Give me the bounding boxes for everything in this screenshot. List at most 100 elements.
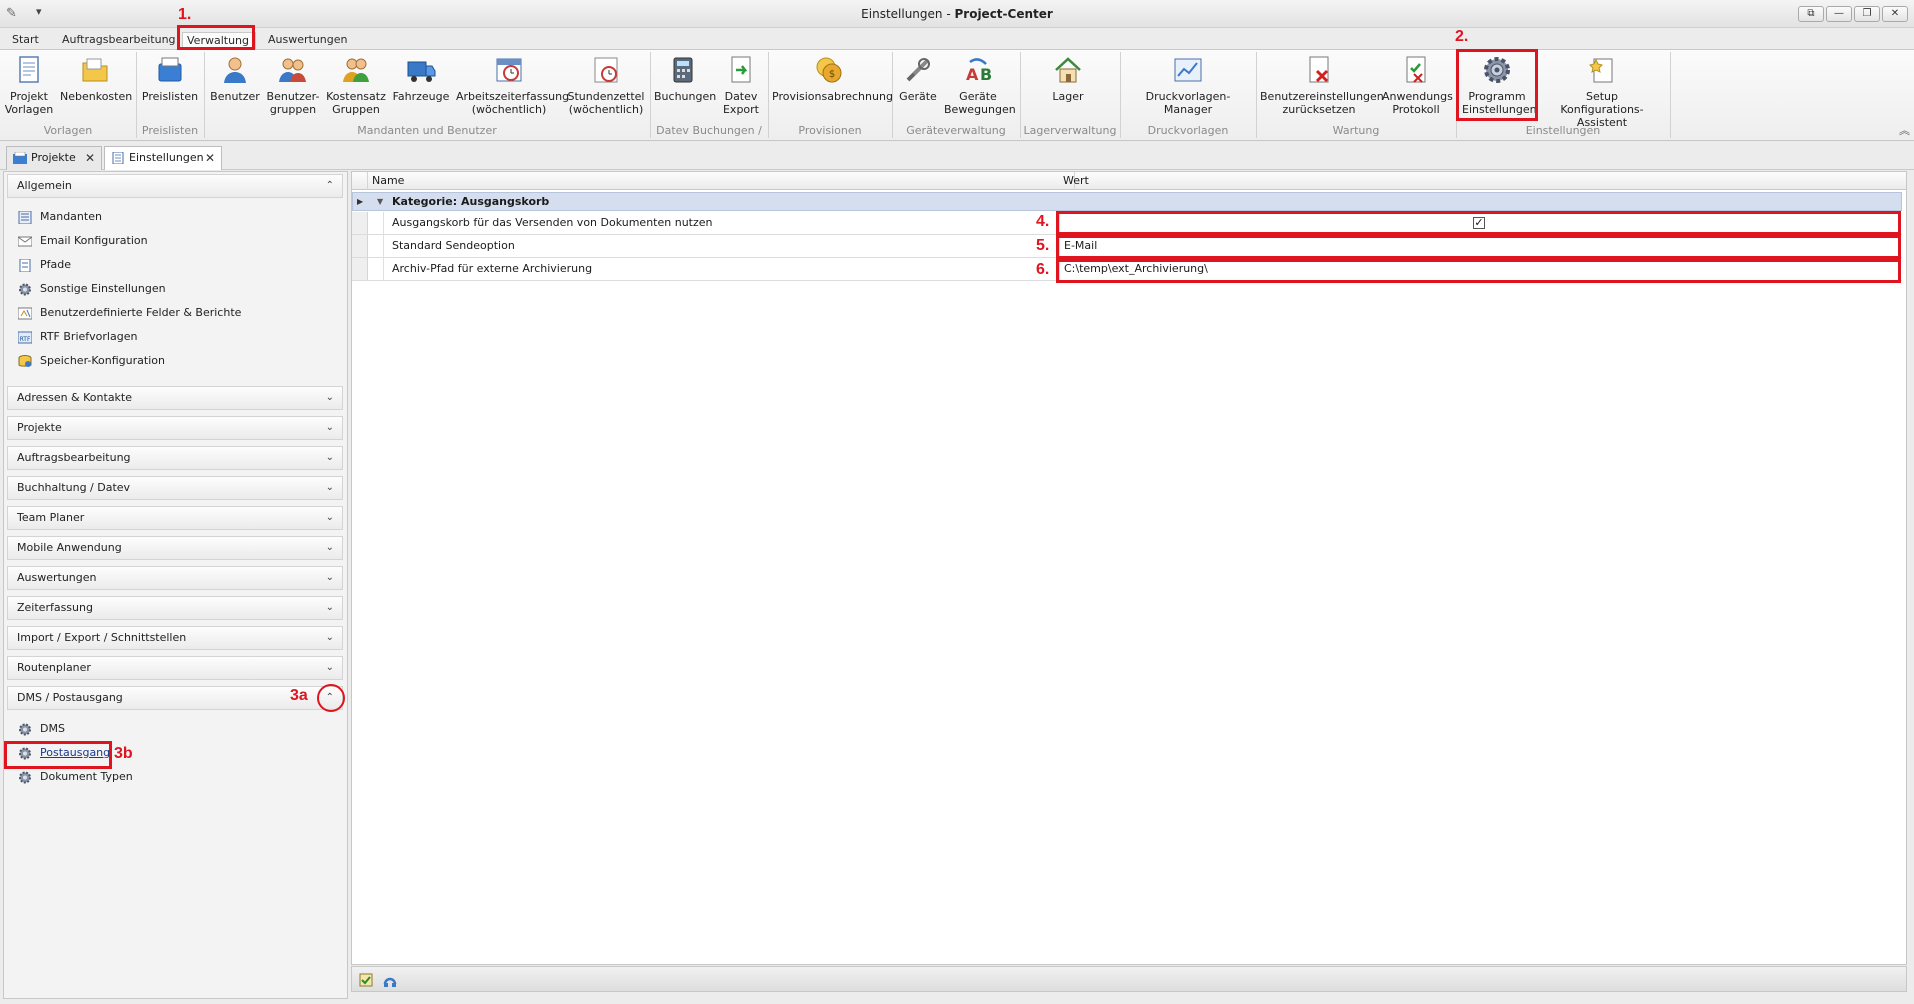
doc-tab-einstellungen[interactable]: Einstellungen ✕ — [104, 146, 222, 170]
nebenkosten-button[interactable]: Nebenkosten — [60, 54, 132, 103]
column-header-name[interactable]: Name — [368, 172, 1075, 190]
chevron-down-icon[interactable]: ⌄ — [326, 627, 334, 649]
window-title: Einstellungen - Project-Center — [0, 7, 1914, 21]
nav-speicher-konfiguration[interactable]: Speicher-Konfiguration — [16, 351, 165, 371]
annotation-box-6 — [1056, 259, 1901, 283]
chevron-down-icon[interactable]: ⌄ — [326, 477, 334, 499]
annotation-label-5: 5. — [1036, 237, 1050, 254]
timesheet-icon — [594, 57, 618, 83]
nav-dms[interactable]: DMS — [16, 719, 65, 739]
annotation-box-3b — [4, 741, 112, 769]
nav-dokument-typen[interactable]: Dokument Typen — [16, 767, 133, 787]
geraete-bewegungen-button[interactable]: AB Geräte Bewegungen — [944, 54, 1016, 116]
restore-layout-button[interactable]: ⧉ — [1798, 6, 1824, 22]
group-routenplaner[interactable]: Routenplaner ⌄ — [7, 656, 343, 680]
group-label-einstellungen: Einstellungen — [1525, 124, 1601, 137]
settings-doc-icon — [112, 152, 124, 164]
group-allgemein[interactable]: Allgemein ⌃ — [7, 174, 343, 198]
collapse-ribbon-icon[interactable]: ︽ — [1899, 122, 1910, 138]
refresh-icon[interactable] — [382, 972, 398, 988]
benutzereinstellungen-zuruecksetzen-button[interactable]: Benutzereinstellungen zurücksetzen — [1260, 54, 1384, 116]
property-name: Archiv-Pfad für externe Archivierung — [392, 262, 593, 275]
calculator-icon — [673, 57, 693, 83]
grid-toolbar — [351, 966, 1907, 992]
setup-konfigurations-assistent-button[interactable]: Setup Konfigurations-Assistent — [1540, 54, 1664, 129]
chevron-down-icon[interactable]: ⌄ — [326, 417, 334, 439]
a-to-b-icon: AB — [966, 58, 992, 84]
provisionsabrechnung-button[interactable]: $ Provisionsabrechnung — [772, 54, 893, 103]
minimize-button[interactable]: — — [1826, 6, 1852, 22]
buchungen-button[interactable]: Buchungen — [654, 54, 716, 103]
benutzer-gruppen-button[interactable]: Benutzer- gruppen — [266, 54, 320, 116]
stundenzettel-button[interactable]: Stundenzettel (wöchentlich) — [566, 54, 646, 116]
group-auswertungen[interactable]: Auswertungen ⌄ — [7, 566, 343, 590]
druckvorlagen-manager-button[interactable]: Druckvorlagen-Manager — [1124, 54, 1252, 116]
document-template-icon — [19, 56, 39, 83]
chevron-up-icon[interactable]: ⌃ — [326, 175, 334, 197]
calendar-clock-icon — [496, 58, 522, 82]
column-header-wert[interactable]: Wert — [1059, 172, 1902, 190]
nav-rtf-briefvorlagen[interactable]: RTF RTF Briefvorlagen — [16, 327, 137, 347]
tab-auswertungen[interactable]: Auswertungen — [264, 32, 352, 50]
validate-icon[interactable] — [358, 972, 374, 988]
tab-auftragsbearbeitung[interactable]: Auftragsbearbeitung — [58, 32, 180, 50]
nav-sonstige-einstellungen[interactable]: Sonstige Einstellungen — [16, 279, 166, 299]
group-label-lagerverwaltung: Lagerverwaltung — [1023, 124, 1117, 137]
tab-start[interactable]: Start — [8, 32, 43, 50]
close-button[interactable]: ✕ — [1882, 6, 1908, 22]
svg-text:RTF: RTF — [20, 336, 31, 343]
group-import-export[interactable]: Import / Export / Schnittstellen ⌄ — [7, 626, 343, 650]
nav-mandanten[interactable]: Mandanten — [16, 207, 102, 227]
chevron-down-icon[interactable]: ⌄ — [326, 567, 334, 589]
category-label: Kategorie: Ausgangskorb — [392, 195, 550, 208]
nav-email-konfiguration[interactable]: Email Konfiguration — [16, 231, 148, 251]
email-icon — [18, 236, 32, 247]
group-projekte[interactable]: Projekte ⌄ — [7, 416, 343, 440]
chevron-down-icon[interactable]: ⌄ — [326, 657, 334, 679]
custom-fields-icon — [18, 307, 32, 320]
user-icon — [224, 57, 246, 83]
chevron-down-icon[interactable]: ⌄ — [326, 507, 334, 529]
annotation-label-1: 1. — [178, 6, 192, 23]
restore-button[interactable]: ❐ — [1854, 6, 1880, 22]
lager-button[interactable]: Lager — [1036, 54, 1100, 103]
collapse-category-icon[interactable]: ▼ — [377, 193, 383, 210]
category-row[interactable]: ▶ ▼ Kategorie: Ausgangskorb — [352, 192, 1902, 211]
anwendungs-protokoll-button[interactable]: Anwendungs Protokoll — [1382, 54, 1453, 116]
chevron-down-icon[interactable]: ⌄ — [326, 597, 334, 619]
close-tab-icon[interactable]: ✕ — [205, 147, 215, 169]
storage-icon — [18, 355, 32, 367]
geraete-button[interactable]: Geräte — [896, 54, 940, 103]
group-mobile-anwendung[interactable]: Mobile Anwendung ⌄ — [7, 536, 343, 560]
window-title-prefix: Einstellungen - — [861, 7, 955, 21]
group-team-planer[interactable]: Team Planer ⌄ — [7, 506, 343, 530]
fahrzeuge-button[interactable]: Fahrzeuge — [392, 54, 450, 103]
chevron-down-icon[interactable]: ⌄ — [326, 537, 334, 559]
group-adressen-kontakte[interactable]: Adressen & Kontakte ⌄ — [7, 386, 343, 410]
annotation-box-2 — [1456, 49, 1538, 121]
benutzer-button[interactable]: Benutzer — [208, 54, 262, 103]
kostensatz-gruppen-button[interactable]: Kostensatz Gruppen — [324, 54, 388, 116]
doc-tab-projekte[interactable]: Projekte ✕ — [6, 146, 102, 170]
close-tab-icon[interactable]: ✕ — [85, 147, 95, 169]
chevron-down-icon[interactable]: ⌄ — [326, 387, 334, 409]
group-zeiterfassung[interactable]: Zeiterfassung ⌄ — [7, 596, 343, 620]
folder-icon — [82, 58, 108, 82]
preislisten-button[interactable]: Preislisten — [140, 54, 200, 103]
chevron-down-icon[interactable]: ⌄ — [326, 447, 334, 469]
list-icon — [18, 211, 32, 224]
group-buchhaltung-datev[interactable]: Buchhaltung / Datev ⌄ — [7, 476, 343, 500]
path-icon — [19, 259, 31, 272]
nav-benutzerdefinierte-felder[interactable]: Benutzerdefinierte Felder & Berichte — [16, 303, 241, 323]
datev-export-button[interactable]: Datev Export — [718, 54, 764, 116]
annotation-label-2: 2. — [1455, 28, 1469, 45]
projekt-vorlagen-button[interactable]: Projekt Vorlagen — [4, 54, 54, 116]
annotation-box-5 — [1056, 235, 1901, 259]
annotation-label-4: 4. — [1036, 213, 1050, 230]
gear-icon — [19, 723, 31, 736]
nav-pfade[interactable]: Pfade — [16, 255, 71, 275]
group-auftragsbearbeitung[interactable]: Auftragsbearbeitung ⌄ — [7, 446, 343, 470]
group-label-vorlagen: Vorlagen — [43, 124, 93, 137]
group-label-wartung: Wartung — [1332, 124, 1380, 137]
arbeitszeiterfassung-button[interactable]: Arbeitszeiterfassung (wöchentlich) — [456, 54, 569, 116]
